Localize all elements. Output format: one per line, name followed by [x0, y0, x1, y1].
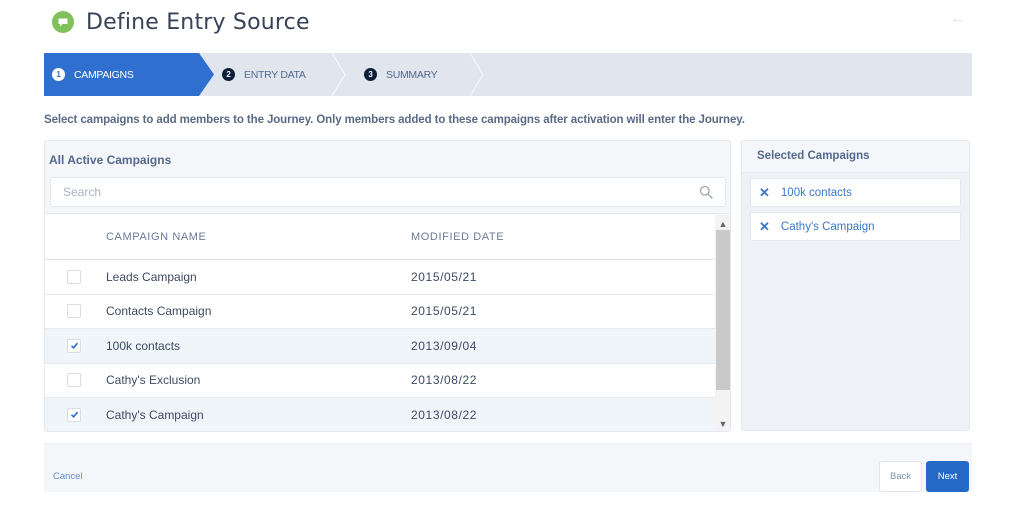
step-label: SUMMARY [386, 68, 438, 81]
step-summary[interactable]: 3 SUMMARY [364, 53, 438, 96]
step-divider [469, 53, 485, 96]
row-check-cell [45, 304, 106, 319]
all-campaigns-panel: All Active Campaigns CAMPAIGN NAME MODIF… [44, 140, 731, 432]
cancel-link[interactable]: Cancel [53, 471, 83, 482]
back-arrow-icon[interactable]: ← [950, 10, 966, 28]
table-header: CAMPAIGN NAME MODIFIED DATE [45, 215, 715, 260]
all-campaigns-header: All Active Campaigns [45, 141, 730, 214]
modified-date-cell: 2015/05/21 [411, 304, 478, 319]
step-number: 3 [364, 68, 377, 81]
selected-campaigns-header: Selected Campaigns [742, 141, 969, 173]
step-divider [331, 53, 347, 96]
selected-campaigns-title: Selected Campaigns [757, 150, 870, 162]
table-body: Leads Campaign 2015/05/21 Contacts Campaig… [45, 260, 715, 431]
row-check-cell [45, 338, 106, 353]
search-box [50, 177, 726, 207]
table-row[interactable]: Leads Campaign 2015/05/21 [45, 260, 715, 295]
step-number: 2 [222, 68, 235, 81]
checkmark-icon [70, 411, 78, 419]
selected-campaign-pill: ✕ 100k contacts [750, 178, 961, 207]
campaign-name-cell: Contacts Campaign [106, 304, 212, 319]
campaign-name-cell: Cathy's Campaign [106, 407, 204, 422]
scrollbar-thumb[interactable] [716, 230, 730, 390]
campaign-name-cell: 100k contacts [106, 338, 181, 353]
campaign-name-cell: Leads Campaign [106, 269, 197, 284]
row-checkbox[interactable] [67, 338, 81, 353]
scroll-up-icon[interactable]: ▲ [715, 217, 730, 231]
remove-icon[interactable]: ✕ [759, 186, 770, 199]
checkmark-icon [70, 342, 78, 350]
selected-campaigns-panel: Selected Campaigns ✕ 100k contacts ✕ Cat… [741, 140, 970, 431]
progress-stepper: 1 CAMPAIGNS 2 ENTRY DATA 3 SUMMARY [44, 53, 972, 96]
table-row[interactable]: 100k contacts 2013/09/04 [45, 329, 715, 364]
instruction-text: Select campaigns to add members to the J… [44, 114, 745, 126]
step-label: CAMPAIGNS [74, 68, 134, 81]
speech-bubble-icon [52, 11, 74, 33]
table-row[interactable]: Cathy's Campaign 2013/08/22 [45, 398, 715, 431]
row-checkbox[interactable] [67, 373, 81, 388]
step-entry-data[interactable]: 2 ENTRY DATA [222, 53, 306, 96]
column-header-campaign-name[interactable]: CAMPAIGN NAME [106, 231, 411, 243]
row-checkbox[interactable] [67, 304, 81, 319]
page: Define Entry Source ← 1 CAMPAIGNS 2 ENTR… [0, 0, 1024, 506]
row-checkbox[interactable] [67, 407, 81, 422]
step-label: ENTRY DATA [244, 68, 306, 81]
back-button[interactable]: Back [879, 461, 922, 492]
footer-bar: Cancel Back Next [44, 443, 972, 492]
page-title: Define Entry Source [86, 9, 310, 35]
selected-campaign-label: 100k contacts [780, 186, 852, 199]
row-check-cell [45, 269, 106, 284]
campaign-name-cell: Cathy's Exclusion [106, 373, 201, 388]
row-check-cell [45, 373, 106, 388]
campaigns-table: CAMPAIGN NAME MODIFIED DATE Leads Campai… [45, 215, 715, 431]
row-checkbox[interactable] [67, 269, 81, 284]
header: Define Entry Source [52, 6, 310, 38]
step-number: 1 [52, 68, 65, 81]
selected-campaign-label: Cathy's Campaign [780, 220, 875, 233]
scroll-down-icon[interactable]: ▼ [715, 417, 730, 431]
search-icon[interactable] [699, 185, 713, 199]
remove-icon[interactable]: ✕ [759, 220, 770, 233]
row-check-cell [45, 407, 106, 422]
table-row[interactable]: Contacts Campaign 2015/05/21 [45, 295, 715, 329]
all-campaigns-title: All Active Campaigns [49, 153, 172, 167]
table-scrollbar[interactable]: ▲ ▼ [715, 215, 730, 431]
column-header-modified-date[interactable]: MODIFIED DATE [411, 231, 715, 243]
search-input[interactable] [63, 185, 699, 199]
step-campaigns[interactable]: 1 CAMPAIGNS [44, 53, 214, 96]
next-button[interactable]: Next [926, 461, 969, 492]
modified-date-cell: 2015/05/21 [411, 269, 478, 284]
modified-date-cell: 2013/09/04 [411, 338, 478, 353]
table-row[interactable]: Cathy's Exclusion 2013/08/22 [45, 364, 715, 398]
selected-campaign-pill: ✕ Cathy's Campaign [750, 212, 961, 241]
modified-date-cell: 2013/08/22 [411, 373, 478, 388]
modified-date-cell: 2013/08/22 [411, 407, 478, 422]
